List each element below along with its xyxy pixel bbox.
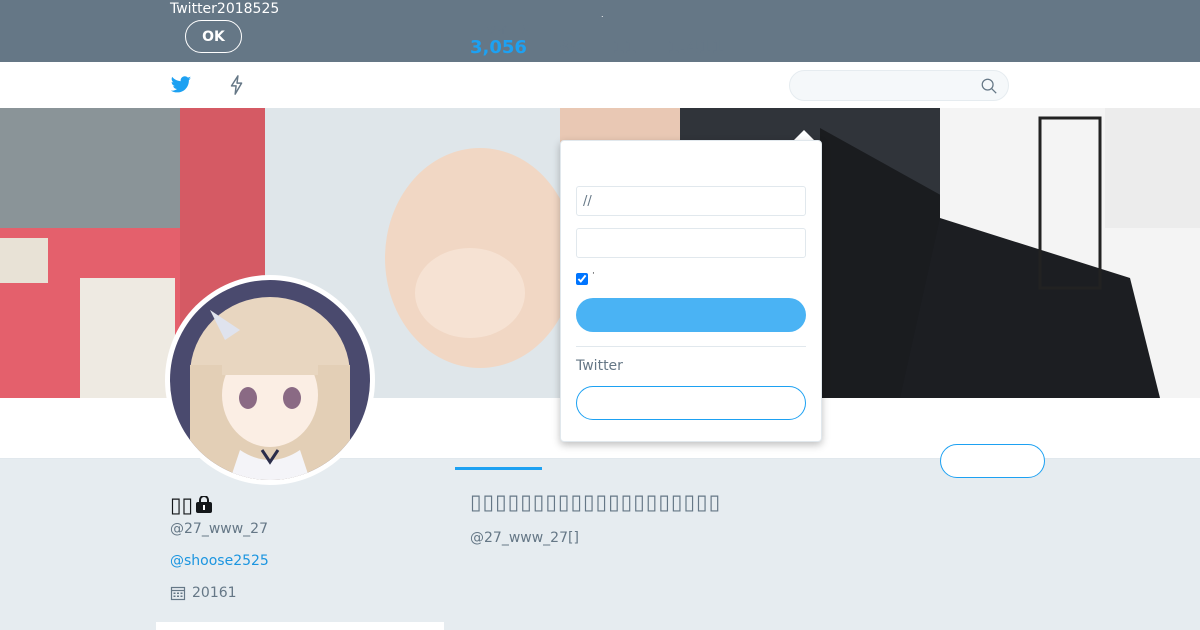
stat-likes[interactable]: 1,411 (667, 22, 724, 58)
ok-button[interactable]: OK (185, 20, 242, 53)
password-field[interactable] (576, 228, 806, 258)
search-input[interactable] (790, 71, 984, 102)
lock-icon (196, 496, 213, 513)
notice-dot: . (601, 10, 604, 19)
remember-me-checkbox[interactable] (576, 273, 588, 285)
search-icon[interactable] (980, 77, 998, 95)
stat-value: 11 (612, 37, 638, 58)
twitter-bird-icon[interactable] (170, 74, 192, 96)
divider (576, 346, 806, 347)
stat-label: ツイート (486, 24, 530, 37)
active-tab-underline (455, 467, 542, 470)
search-box[interactable] (789, 70, 1009, 102)
stat-followers[interactable]: 11 (612, 22, 637, 58)
join-date-text: 20161 (192, 585, 237, 601)
stat-tweets[interactable]: ツイート 3,056 (470, 22, 530, 58)
protected-subtitle: @27_www_27[] (470, 530, 579, 546)
username-field[interactable] (576, 186, 806, 216)
remember-me-label: · (592, 269, 595, 279)
signup-prompt: Twitter (576, 358, 623, 374)
stat-value: 35 (557, 37, 583, 58)
moments-lightning-icon[interactable] (226, 74, 248, 96)
login-button[interactable] (576, 298, 806, 332)
stat-label (612, 22, 637, 37)
login-dropdown: · Twitter (560, 140, 822, 442)
sidebar-card (156, 622, 444, 630)
protected-title: ▯▯▯▯▯▯▯▯▯▯▯▯▯▯▯▯▯▯▯▯ (470, 490, 722, 514)
stat-label (557, 22, 582, 37)
stat-following[interactable]: 35 (557, 22, 582, 58)
follow-button[interactable] (940, 444, 1045, 478)
login-dropdown-caret (794, 130, 814, 140)
signup-button[interactable] (576, 386, 806, 420)
profile-name: ▯▯ (170, 493, 213, 517)
profile-link[interactable]: @shoose2525 (170, 553, 269, 569)
screen-name: @27_www_27 (170, 521, 268, 537)
global-nav (0, 62, 1200, 109)
join-date: 20161 (170, 585, 237, 601)
profile-name-text: ▯▯ (170, 493, 194, 517)
stat-value: 1,411 (667, 37, 724, 58)
stat-value: 3,056 (470, 37, 527, 58)
calendar-icon (170, 586, 186, 601)
notice-text: Twitter2018525 (170, 1, 280, 17)
stat-label (667, 22, 724, 37)
notice-banner: Twitter2018525 . OK (0, 0, 1200, 62)
avatar[interactable] (165, 275, 375, 485)
avatar-image (170, 280, 370, 480)
